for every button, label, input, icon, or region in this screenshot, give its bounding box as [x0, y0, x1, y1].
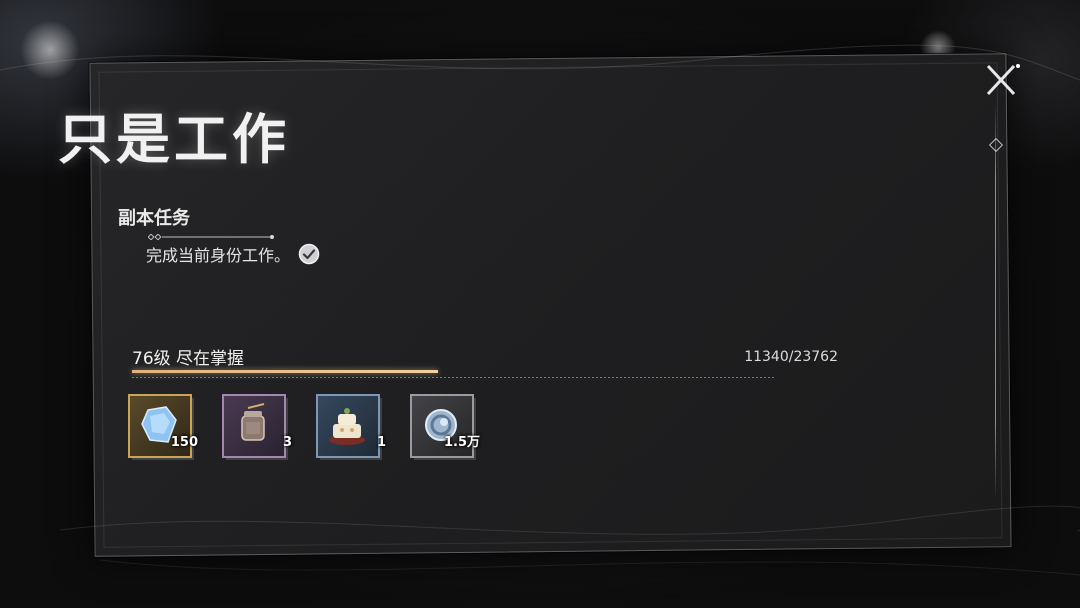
panel-right-rail: [995, 100, 996, 500]
reward-count: 150: [170, 435, 198, 450]
dialog-title: 只是工作: [58, 107, 290, 171]
close-x-icon: [986, 64, 1020, 96]
quest-section-title: 副本任务: [118, 208, 190, 229]
check-circle-icon: [298, 243, 320, 265]
reward-item[interactable]: 1: [316, 394, 386, 460]
quest-task-text: 完成当前身份工作。: [146, 246, 291, 265]
reward-item[interactable]: 150: [128, 394, 198, 460]
reward-count: 1.5万: [443, 435, 480, 450]
level-row: 76级 尽在掌握 11340/23762: [132, 344, 838, 370]
reward-count: 1: [376, 435, 386, 450]
exp-counter: 11340/23762: [744, 348, 838, 365]
glow-sparkle: [20, 20, 80, 80]
level-label: 76级 尽在掌握: [132, 349, 245, 369]
game-screen: 只是工作 副本任务 完成当前身份工作。 76级 尽在掌握 11340/23762…: [0, 0, 1080, 608]
reward-item[interactable]: 1.5万: [410, 394, 480, 460]
close-button[interactable]: [980, 60, 1024, 100]
progress-fill: [132, 370, 439, 373]
reward-item[interactable]: 3: [222, 394, 292, 460]
jar-icon: [230, 402, 276, 448]
reward-list: 150 3 1 1.5万: [128, 394, 480, 460]
quest-task-row: 完成当前身份工作。: [146, 242, 320, 266]
exp-progress-bar: [132, 370, 774, 378]
cake-icon: [324, 402, 370, 448]
section-divider: [148, 234, 274, 240]
progress-track-dotted: [132, 377, 774, 378]
reward-count: 3: [282, 435, 292, 450]
